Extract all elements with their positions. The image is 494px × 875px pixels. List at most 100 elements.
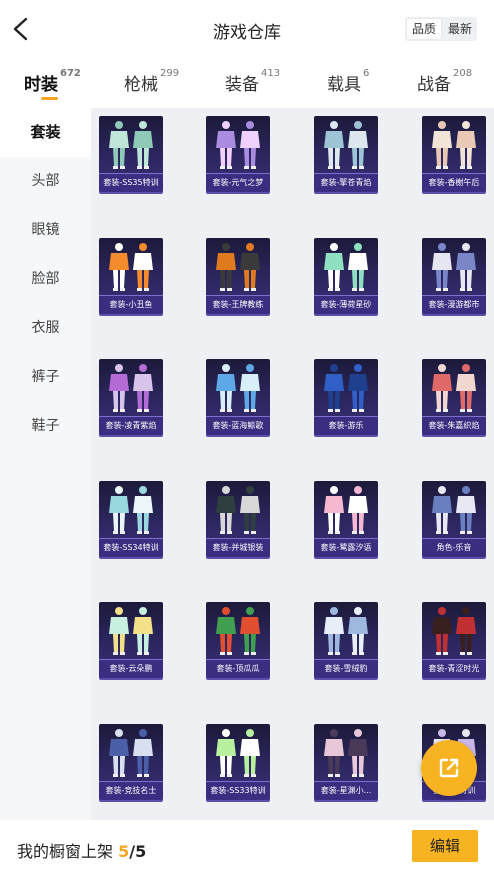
tab-count: 6 bbox=[363, 68, 370, 79]
outfit-preview-image bbox=[324, 486, 368, 534]
tab-label: 时装 bbox=[24, 75, 58, 95]
outfit-preview-image bbox=[109, 243, 153, 291]
outfit-preview-image bbox=[109, 729, 153, 777]
outfit-preview-image bbox=[109, 607, 153, 655]
item-label: 套装-鹭露汐语 bbox=[314, 538, 378, 557]
tab-count: 672 bbox=[60, 68, 81, 79]
item-card[interactable]: 套装-朱嘉织焰 bbox=[422, 359, 486, 435]
sort-option-quality[interactable]: 品质 bbox=[407, 19, 441, 39]
outfit-preview-image bbox=[432, 607, 476, 655]
sidebar-item-head[interactable]: 头部 bbox=[0, 157, 91, 206]
item-card[interactable]: 套装-星渊小... bbox=[314, 724, 378, 800]
item-card[interactable]: 套装-漫游都市 bbox=[422, 238, 486, 314]
showcase-total: 5 bbox=[135, 842, 147, 861]
item-card[interactable]: 套装-元气之梦 bbox=[206, 116, 270, 192]
item-label: 套装-蓝海鲸歌 bbox=[206, 416, 270, 435]
external-link-icon bbox=[439, 758, 459, 778]
item-card[interactable]: 套装-竞技名士 bbox=[99, 724, 163, 800]
tab-fashion[interactable]: 时装672 bbox=[24, 68, 81, 95]
item-card[interactable]: 套装-游乐 bbox=[314, 359, 378, 435]
item-label: 套装-薄荷星砂 bbox=[314, 295, 378, 314]
active-tab-indicator bbox=[41, 97, 58, 100]
item-card[interactable]: 套装-顶瓜瓜 bbox=[206, 602, 270, 678]
item-card[interactable]: 套装-云朵鹏 bbox=[99, 602, 163, 678]
item-card[interactable]: 套装-擎苍青焰 bbox=[314, 116, 378, 192]
outfit-preview-image bbox=[432, 121, 476, 169]
item-label: 套装-并城银装 bbox=[206, 538, 270, 557]
item-card[interactable]: 套装-并城银装 bbox=[206, 481, 270, 557]
tab-equipment[interactable]: 装备413 bbox=[225, 68, 281, 95]
outfit-preview-image bbox=[324, 243, 368, 291]
sort-toggle[interactable]: 品质 最新 bbox=[405, 17, 477, 41]
sidebar-item-pants[interactable]: 裤子 bbox=[0, 353, 91, 402]
outfit-preview-image bbox=[109, 121, 153, 169]
outfit-preview-image bbox=[432, 243, 476, 291]
item-label: 套装-元气之梦 bbox=[206, 173, 270, 192]
item-label: 套装-顶瓜瓜 bbox=[206, 659, 270, 678]
item-card[interactable]: 套装-SS34特训 bbox=[99, 481, 163, 557]
outfit-preview-image bbox=[324, 121, 368, 169]
outfit-preview-image bbox=[109, 364, 153, 412]
outfit-preview-image bbox=[216, 121, 260, 169]
item-label: 套装-青涩时光 bbox=[422, 659, 486, 678]
top-bar: 游戏仓库 品质 最新 bbox=[0, 0, 494, 60]
outfit-preview-image bbox=[324, 729, 368, 777]
item-label: 套装-游乐 bbox=[314, 416, 378, 435]
sidebar-item-clothes[interactable]: 衣服 bbox=[0, 304, 91, 353]
tab-weapons[interactable]: 枪械299 bbox=[124, 68, 180, 95]
item-label: 套装-小丑鱼 bbox=[99, 295, 163, 314]
showcase-current: 5 bbox=[118, 842, 130, 861]
item-card[interactable]: 套装-蓝海鲸歌 bbox=[206, 359, 270, 435]
item-label: 角色-乐音 bbox=[422, 538, 486, 557]
showcase-status: 我的橱窗上架 5/5 bbox=[17, 838, 146, 862]
item-card[interactable]: 套装-SS35特训 bbox=[99, 116, 163, 192]
item-label: 套装-王牌教练 bbox=[206, 295, 270, 314]
outfit-preview-image bbox=[216, 364, 260, 412]
outfit-preview-image bbox=[216, 486, 260, 534]
item-label: 套装-香榭午后 bbox=[422, 173, 486, 192]
outfit-preview-image bbox=[324, 607, 368, 655]
sort-option-latest[interactable]: 最新 bbox=[443, 17, 477, 41]
item-label: 套装-竞技名士 bbox=[99, 781, 163, 800]
item-card[interactable]: 套装-凌青紫焰 bbox=[99, 359, 163, 435]
tab-label: 载具 bbox=[327, 75, 361, 95]
item-card[interactable]: 角色-乐音 bbox=[422, 481, 486, 557]
tab-count: 208 bbox=[453, 68, 473, 79]
item-card[interactable]: 套装-薄荷星砂 bbox=[314, 238, 378, 314]
sidebar-item-suit[interactable]: 套装 bbox=[0, 108, 91, 157]
tab-count: 413 bbox=[261, 68, 281, 79]
item-label: 套装-星渊小... bbox=[314, 781, 378, 800]
item-label: 套装-朱嘉织焰 bbox=[422, 416, 486, 435]
tab-label: 战备 bbox=[417, 75, 451, 95]
sidebar: 套装 头部 眼镜 脸部 衣服 裤子 鞋子 bbox=[0, 108, 91, 820]
outfit-preview-image bbox=[216, 607, 260, 655]
showcase-label: 我的橱窗上架 bbox=[17, 842, 114, 861]
tab-label: 装备 bbox=[225, 75, 259, 95]
share-button[interactable] bbox=[421, 740, 477, 796]
item-card[interactable]: 套装-小丑鱼 bbox=[99, 238, 163, 314]
sidebar-item-face[interactable]: 脸部 bbox=[0, 255, 91, 304]
tab-supplies[interactable]: 战备208 bbox=[417, 68, 473, 95]
edit-button[interactable]: 编辑 bbox=[412, 830, 478, 862]
item-grid: 套装-SS35特训 套装-元气之梦 套装-擎苍青焰 套装-香榭午后套装-小丑鱼 套装-王… bbox=[91, 108, 494, 820]
tab-count: 299 bbox=[160, 68, 180, 79]
sidebar-item-glasses[interactable]: 眼镜 bbox=[0, 206, 91, 255]
item-label: 套装-雪绒豹 bbox=[314, 659, 378, 678]
item-label: 套装-SS33特训 bbox=[206, 781, 270, 800]
sidebar-item-shoes[interactable]: 鞋子 bbox=[0, 402, 91, 451]
outfit-preview-image bbox=[432, 364, 476, 412]
item-card[interactable]: 套装-香榭午后 bbox=[422, 116, 486, 192]
category-tabs: 时装672 枪械299 装备413 载具6 战备208 bbox=[0, 60, 494, 108]
item-label: 套装-擎苍青焰 bbox=[314, 173, 378, 192]
item-card[interactable]: 套装-鹭露汐语 bbox=[314, 481, 378, 557]
tab-vehicles[interactable]: 载具6 bbox=[327, 68, 370, 95]
outfit-preview-image bbox=[432, 486, 476, 534]
item-card[interactable]: 套装-SS33特训 bbox=[206, 724, 270, 800]
item-card[interactable]: 套装-青涩时光 bbox=[422, 602, 486, 678]
item-label: 套装-云朵鹏 bbox=[99, 659, 163, 678]
item-card[interactable]: 套装-雪绒豹 bbox=[314, 602, 378, 678]
item-label: 套装-SS34特训 bbox=[99, 538, 163, 557]
item-card[interactable]: 套装-王牌教练 bbox=[206, 238, 270, 314]
tab-label: 枪械 bbox=[124, 75, 158, 95]
item-label: 套装-SS35特训 bbox=[99, 173, 163, 192]
